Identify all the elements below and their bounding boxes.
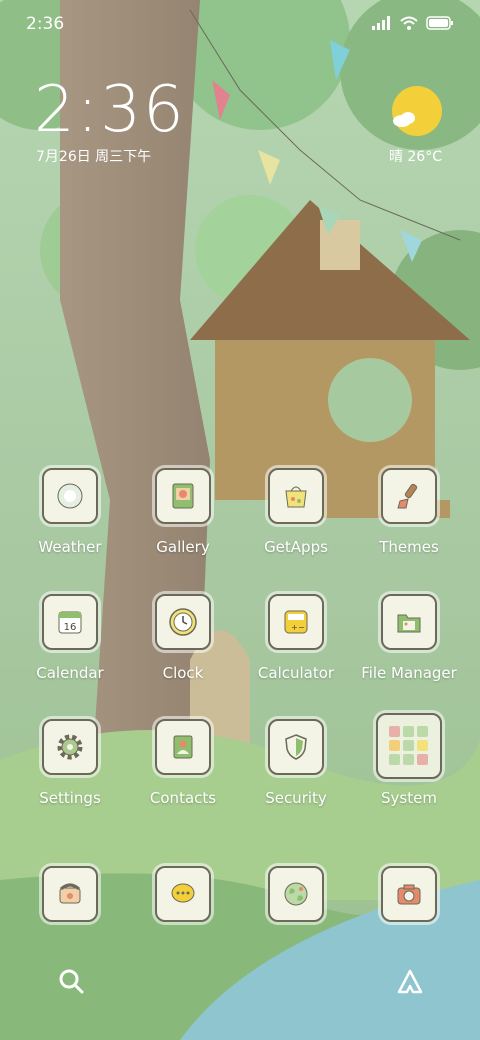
dock-phone[interactable] bbox=[15, 866, 125, 922]
app-label: Settings bbox=[39, 789, 101, 807]
app-themes[interactable]: Themes bbox=[354, 468, 464, 556]
app-label: System bbox=[381, 789, 437, 807]
calendar-app-icon: 16 bbox=[42, 594, 98, 650]
wifi-icon bbox=[400, 16, 418, 30]
dock-browser[interactable] bbox=[241, 866, 351, 922]
app-label: File Manager bbox=[361, 664, 457, 682]
svg-text:+: + bbox=[291, 623, 298, 632]
app-file-manager[interactable]: File Manager bbox=[354, 594, 464, 682]
search-icon[interactable] bbox=[56, 966, 88, 998]
status-time: 2:36 bbox=[26, 14, 65, 34]
app-label: Calculator bbox=[257, 664, 335, 682]
browser-icon bbox=[268, 866, 324, 922]
getapps-app-icon bbox=[268, 468, 324, 524]
security-app-icon bbox=[268, 719, 324, 775]
app-folder-system[interactable]: System bbox=[354, 713, 464, 807]
gallery-app-icon bbox=[155, 468, 211, 524]
app-label: Security bbox=[265, 789, 327, 807]
app-getapps[interactable]: GetApps bbox=[241, 468, 351, 556]
app-weather[interactable]: Weather bbox=[15, 468, 125, 556]
app-label: Contacts bbox=[149, 789, 217, 807]
settings-app-icon bbox=[42, 719, 98, 775]
app-label: Themes bbox=[379, 538, 439, 556]
file-manager-app-icon bbox=[381, 594, 437, 650]
app-label: Clock bbox=[162, 664, 204, 682]
clock-widget-date: 7月26日 周三下午 bbox=[36, 149, 152, 165]
phone-icon bbox=[42, 866, 98, 922]
messages-icon bbox=[155, 866, 211, 922]
clock-app-icon bbox=[155, 594, 211, 650]
app-contacts[interactable]: Contacts bbox=[128, 719, 238, 807]
app-label: Calendar bbox=[36, 664, 104, 682]
clock-widget-time[interactable]: 2:36 bbox=[34, 78, 186, 142]
app-label: Gallery bbox=[156, 538, 210, 556]
app-label: Weather bbox=[38, 538, 102, 556]
app-gallery[interactable]: Gallery bbox=[128, 468, 238, 556]
status-bar: 2:36 bbox=[0, 0, 480, 50]
dock-camera[interactable] bbox=[354, 866, 464, 922]
calendar-day-number: 16 bbox=[64, 622, 77, 633]
bottom-bar bbox=[0, 952, 480, 1014]
weather-app-icon bbox=[42, 468, 98, 524]
weather-sun-icon[interactable] bbox=[390, 84, 444, 138]
svg-text:−: − bbox=[298, 623, 305, 632]
app-settings[interactable]: Settings bbox=[15, 719, 125, 807]
dock bbox=[0, 860, 480, 930]
weather-text: 晴 26°C bbox=[388, 149, 442, 165]
app-clock[interactable]: Clock bbox=[128, 594, 238, 682]
contacts-app-icon bbox=[155, 719, 211, 775]
app-label: GetApps bbox=[264, 538, 328, 556]
status-icons bbox=[372, 16, 454, 30]
signal-icon bbox=[372, 16, 390, 30]
calculator-app-icon: + − bbox=[268, 594, 324, 650]
assistant-icon[interactable] bbox=[394, 966, 426, 998]
battery-icon bbox=[426, 16, 453, 30]
folder-icon bbox=[376, 713, 442, 779]
themes-app-icon bbox=[381, 468, 437, 524]
app-calculator[interactable]: + − Calculator bbox=[241, 594, 351, 682]
app-security[interactable]: Security bbox=[241, 719, 351, 807]
dock-messages[interactable] bbox=[128, 866, 238, 922]
camera-icon bbox=[381, 866, 437, 922]
app-calendar[interactable]: 16 Calendar bbox=[15, 594, 125, 682]
